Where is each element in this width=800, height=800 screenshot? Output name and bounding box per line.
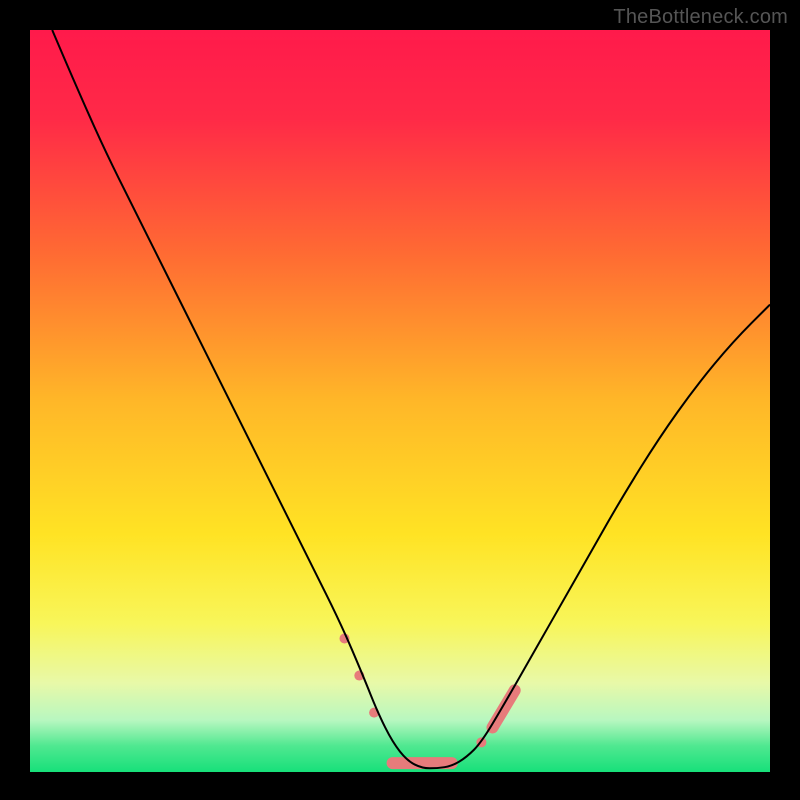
gradient-background: [30, 30, 770, 772]
chart-frame: TheBottleneck.com: [0, 0, 800, 800]
bottleneck-chart: [0, 0, 800, 800]
watermark-text: TheBottleneck.com: [613, 6, 788, 29]
